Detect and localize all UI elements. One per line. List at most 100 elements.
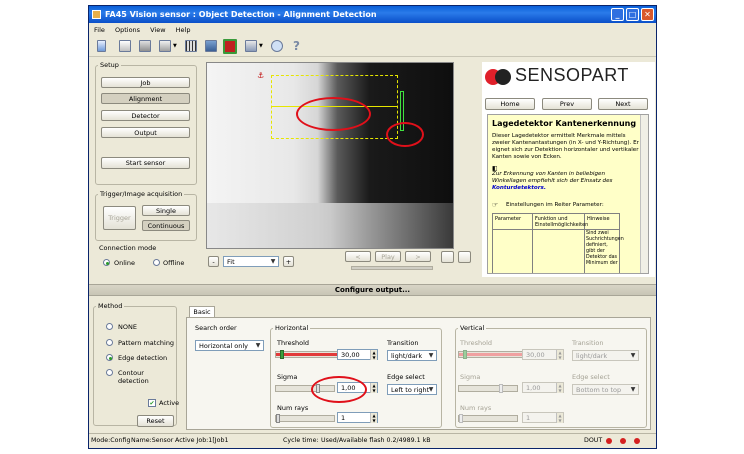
menu-file[interactable]: File — [94, 26, 105, 34]
search-order-value: Horizontal only — [199, 342, 249, 350]
h-threshold-thumb[interactable] — [280, 350, 284, 359]
settings-icon: ☞ — [492, 201, 499, 209]
stop-frame-button[interactable] — [458, 251, 471, 263]
contour-link[interactable]: Konturdetektors. — [492, 185, 546, 191]
spinner-arrows-icon[interactable]: ▲ ▼ — [556, 350, 563, 360]
method-none-radio[interactable] — [106, 323, 113, 330]
detector-button[interactable]: Detector — [101, 110, 190, 121]
sensor-icon[interactable] — [185, 40, 197, 52]
v-numrays-thumb[interactable] — [459, 414, 463, 423]
menu-options[interactable]: Options — [115, 26, 140, 34]
app-icon — [92, 10, 101, 19]
offline-radio[interactable] — [153, 259, 160, 266]
spinner-arrows-icon[interactable]: ▲ ▼ — [556, 413, 563, 423]
online-label: Online — [114, 259, 135, 267]
spinner-arrows-icon[interactable]: ▲ ▼ — [370, 350, 377, 360]
active-checkbox[interactable]: ✔ — [148, 399, 156, 407]
trigger-button[interactable]: Trigger — [103, 206, 136, 230]
search-order-select[interactable]: Horizontal only ▼ — [195, 340, 264, 351]
status-cycle: Cycle time: — [283, 437, 319, 444]
chevron-down-icon: ▼ — [428, 386, 434, 393]
h-threshold-label: Threshold — [277, 339, 310, 347]
h-edge-select[interactable]: Left to right ▼ — [387, 384, 437, 395]
record-icon[interactable] — [223, 39, 237, 54]
v-sigma-input[interactable]: 1,00 ▲ ▼ — [522, 382, 564, 393]
sensopart-logo: SENSOPART — [515, 65, 629, 85]
record-frame-button[interactable] — [441, 251, 454, 263]
next-frame-button[interactable]: > — [405, 251, 431, 262]
v-transition-select[interactable]: light/dark ▼ — [572, 350, 639, 361]
menu-view[interactable]: View — [150, 26, 165, 34]
v-edge-select[interactable]: Bottom to top ▼ — [572, 384, 639, 395]
camera-icon[interactable] — [205, 40, 217, 52]
method-pattern-radio[interactable] — [106, 339, 113, 346]
help-home-button[interactable]: Home — [485, 98, 535, 110]
alignment-button[interactable]: Alignment — [101, 93, 190, 104]
tab-basic[interactable]: Basic — [189, 306, 215, 317]
v-sigma-slider[interactable] — [458, 384, 518, 393]
output-button[interactable]: Output — [101, 127, 190, 138]
close-button[interactable]: ✕ — [641, 8, 654, 21]
zoom-icon[interactable] — [271, 40, 283, 52]
new-icon[interactable] — [97, 40, 106, 52]
v-numrays-input[interactable]: 1 ▲ ▼ — [522, 412, 564, 423]
menu-help[interactable]: Help — [176, 26, 191, 34]
copy-icon[interactable] — [159, 40, 171, 52]
help-hint: Zur Erkennung von Kanten in beliebigen W… — [492, 171, 640, 192]
spinner-arrows-icon[interactable]: ▲ ▼ — [370, 383, 377, 393]
dout-led-icon — [620, 438, 626, 444]
prev-frame-button[interactable]: < — [345, 251, 371, 262]
method-group: Method NONE Pattern matching Edge detect… — [93, 302, 179, 427]
help-table: Parameter Funktion und Einstellmöglichke… — [492, 213, 624, 273]
save-icon[interactable] — [139, 40, 151, 52]
frame-slider[interactable] — [351, 266, 433, 270]
camera-image[interactable]: ⚓ — [206, 62, 454, 249]
status-mode: Mode:Config — [91, 437, 131, 444]
single-button[interactable]: Single — [142, 205, 190, 216]
maximize-button[interactable]: □ — [626, 8, 639, 21]
connection-label: Connection mode — [97, 244, 159, 252]
chart-icon[interactable] — [245, 40, 257, 52]
v-sigma-thumb[interactable] — [499, 384, 503, 393]
h-numrays-input[interactable]: 1 ▲ ▼ — [337, 412, 378, 423]
spinner-arrows-icon[interactable]: ▲ ▼ — [556, 383, 563, 393]
help-next-button[interactable]: Next — [598, 98, 648, 110]
trigger-label: Trigger/Image acquisition — [98, 190, 185, 198]
start-sensor-button[interactable]: Start sensor — [101, 157, 190, 169]
configure-output-bar[interactable]: Configure output... — [89, 284, 656, 296]
spinner-arrows-icon[interactable]: ▲ ▼ — [370, 413, 377, 423]
method-edge-radio[interactable] — [106, 354, 113, 361]
v-numrays-slider[interactable] — [458, 414, 518, 423]
play-button[interactable]: Play — [375, 251, 401, 262]
h-numrays-slider[interactable] — [275, 414, 335, 423]
v-threshold-input[interactable]: 30,00 ▲ ▼ — [522, 349, 564, 360]
title-bar: FA45 Vision sensor : Object Detection - … — [89, 6, 656, 23]
zoom-in-button[interactable]: + — [283, 256, 294, 267]
help-prev-button[interactable]: Prev — [542, 98, 592, 110]
help-icon[interactable]: ? — [293, 39, 300, 53]
minimize-button[interactable]: _ — [611, 8, 624, 21]
h-transition-select[interactable]: light/dark ▼ — [387, 350, 437, 361]
reset-button[interactable]: Reset — [137, 415, 174, 427]
method-contour-radio[interactable] — [106, 369, 113, 376]
h-threshold-value: 30,00 — [341, 351, 360, 359]
help-content[interactable]: Lagedetektor Kantenerkennung Dieser Lage… — [487, 114, 649, 274]
v-numrays-label: Num rays — [460, 404, 492, 412]
h-edge-select-label: Edge select — [387, 373, 425, 381]
h-numrays-thumb[interactable] — [276, 414, 280, 423]
toolbar: ▼ ▼ ? — [89, 37, 656, 57]
zoom-select[interactable]: Fit ▼ — [223, 256, 279, 267]
continuous-button[interactable]: Continuous — [142, 220, 190, 231]
online-radio[interactable] — [103, 259, 110, 266]
help-settings-text: Einstellungen im Reiter Parameter: — [506, 202, 604, 208]
chevron-down-icon[interactable]: ▼ — [259, 43, 263, 49]
job-button[interactable]: Job — [101, 77, 190, 88]
anchor-icon: ⚓ — [257, 71, 265, 80]
v-threshold-thumb[interactable] — [463, 350, 467, 359]
help-scrollbar[interactable] — [640, 115, 648, 273]
open-icon[interactable] — [119, 40, 131, 52]
h-threshold-input[interactable]: 30,00 ▲ ▼ — [337, 349, 378, 360]
chevron-down-icon[interactable]: ▼ — [173, 43, 177, 49]
v-numrays-value: 1 — [526, 414, 531, 422]
zoom-out-button[interactable]: - — [208, 256, 219, 267]
